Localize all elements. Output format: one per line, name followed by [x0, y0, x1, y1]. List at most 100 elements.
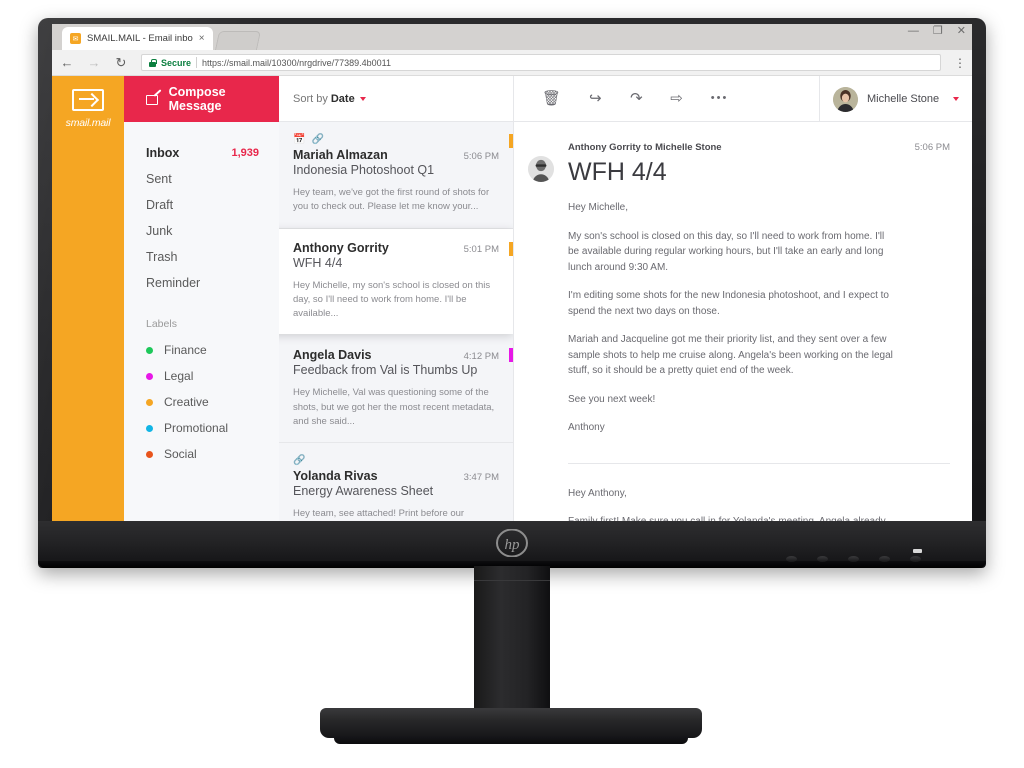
- message-list[interactable]: 📅 🔗 Mariah Almazan 5:06 PM Indonesia Pho…: [279, 122, 513, 521]
- label-name: Promotional: [164, 421, 229, 435]
- sidebar-label-social[interactable]: Social: [124, 441, 279, 467]
- status-badge: [509, 134, 513, 148]
- attachment-icon: 🔗: [311, 134, 324, 145]
- mail-app: smail.mail Compose Message Inbox 1,939 S…: [52, 76, 972, 521]
- folder-label: Sent: [146, 172, 172, 186]
- compose-label: Compose Message: [168, 85, 226, 113]
- message-time: 5:06 PM: [463, 151, 499, 162]
- brand-rail: smail.mail: [52, 76, 124, 521]
- secure-label: Secure: [161, 57, 192, 68]
- folder-label: Inbox: [146, 146, 180, 160]
- label-name: Social: [164, 447, 197, 461]
- osd-button[interactable]: [848, 556, 859, 562]
- reply-paragraph: Family first! Make sure you call in for …: [568, 514, 903, 521]
- label-color-dot: [146, 450, 153, 458]
- attachment-icon: 🔗: [293, 455, 306, 466]
- folder-label: Trash: [146, 250, 178, 264]
- list-item[interactable]: 🔗 Yolanda Rivas 3:47 PM Energy Awareness…: [279, 443, 513, 521]
- label-color-dot: [146, 372, 153, 380]
- message-icons: 🔗: [293, 455, 499, 466]
- browser-menu-icon[interactable]: ⋮: [954, 57, 966, 69]
- sidebar-item-draft[interactable]: Draft: [124, 192, 279, 218]
- list-item[interactable]: 📅 🔗 Mariah Almazan 5:06 PM Indonesia Pho…: [279, 122, 513, 229]
- message-time: 5:01 PM: [463, 243, 499, 255]
- osd-button[interactable]: [817, 556, 828, 562]
- sidebar-item-trash[interactable]: Trash: [124, 244, 279, 270]
- address-bar[interactable]: Secure https://smail.mail/10300/nrgdrive…: [141, 54, 941, 71]
- message-sender: Angela Davis: [293, 348, 372, 363]
- sidebar-item-reminder[interactable]: Reminder: [124, 270, 279, 296]
- label-name: Creative: [164, 395, 209, 409]
- url-text: https://smail.mail/10300/nrgdrive/77389.…: [202, 57, 391, 68]
- sidebar-item-sent[interactable]: Sent: [124, 166, 279, 192]
- reply-paragraph: Hey Anthony,: [568, 487, 627, 499]
- browser-omnibar: ← → ↻ Secure https://smail.mail/10300/nr…: [52, 50, 972, 76]
- compose-icon: [146, 88, 162, 106]
- reply-composer[interactable]: A 🔗 Hey Anthony, Family first! Make sure…: [528, 486, 950, 522]
- list-item[interactable]: Anthony Gorrity 5:01 PM WFH 4/4 Hey Mich…: [279, 228, 513, 335]
- label-name: Legal: [164, 369, 194, 383]
- user-menu[interactable]: Michelle Stone: [819, 76, 972, 122]
- window-controls: — ❐ ✕: [908, 26, 966, 37]
- divider: [568, 462, 950, 464]
- brand-name: smail.mail: [65, 117, 111, 129]
- sort-prefix: Sort by: [293, 92, 328, 105]
- monitor-osd-buttons[interactable]: [786, 556, 921, 562]
- screenshot-scene: ✉ SMAIL.MAIL - Email inbo × — ❐ ✕ ← → ↻ …: [0, 0, 1024, 768]
- power-button[interactable]: [910, 556, 921, 562]
- forward-icon[interactable]: ⇨: [670, 91, 683, 106]
- sidebar-item-junk[interactable]: Junk: [124, 218, 279, 244]
- message-icons: 📅 🔗: [293, 134, 499, 145]
- lock-icon: [149, 58, 157, 67]
- body-signature: Anthony: [568, 422, 605, 433]
- label-color-dot: [146, 346, 153, 354]
- back-icon[interactable]: ←: [60, 55, 74, 70]
- browser-tab[interactable]: ✉ SMAIL.MAIL - Email inbo ×: [62, 27, 213, 50]
- monitor-screen: ✉ SMAIL.MAIL - Email inbo × — ❐ ✕ ← → ↻ …: [52, 24, 972, 521]
- body-paragraph: I'm editing some shots for the new Indon…: [568, 290, 889, 317]
- body-paragraph: My son's school is closed on this day, s…: [568, 230, 885, 273]
- page-title: WFH 4/4: [568, 158, 667, 186]
- browser-tabstrip: ✉ SMAIL.MAIL - Email inbo × — ❐ ✕: [52, 24, 972, 50]
- sidebar-label-promotional[interactable]: Promotional: [124, 415, 279, 441]
- more-options-icon[interactable]: •••: [711, 93, 729, 104]
- forward-icon[interactable]: →: [87, 55, 101, 70]
- message-list-column: Sort by Date 📅 🔗 Mariah Almazan 5:06 PM: [279, 76, 514, 521]
- message-toolbar: 🗑 ↩ ↶ ⇨ ••• Michelle Stone: [514, 76, 972, 122]
- message-from-line: Anthony Gorrity to Michelle Stone: [568, 142, 722, 153]
- osd-button[interactable]: [879, 556, 890, 562]
- folder-label: Junk: [146, 224, 173, 238]
- maximize-icon[interactable]: ❐: [933, 26, 943, 37]
- sidebar-label-finance[interactable]: Finance: [124, 337, 279, 363]
- sidebar-label-creative[interactable]: Creative: [124, 389, 279, 415]
- reload-icon[interactable]: ↻: [114, 55, 128, 71]
- favicon-icon: ✉: [70, 33, 81, 44]
- reply-body[interactable]: Hey Anthony, Family first! Make sure you…: [568, 486, 903, 522]
- body-paragraph: Hey Michelle,: [568, 202, 629, 213]
- new-tab-button[interactable]: [214, 31, 261, 50]
- folder-label: Draft: [146, 198, 174, 212]
- chevron-down-icon: [359, 96, 366, 101]
- user-name: Michelle Stone: [867, 93, 940, 105]
- avatar: [833, 86, 858, 112]
- message-time: 4:12 PM: [463, 351, 499, 363]
- message-subject: WFH 4/4: [293, 255, 343, 270]
- monitor-stand-neck: [474, 566, 550, 718]
- osd-button[interactable]: [786, 556, 797, 562]
- reply-all-icon[interactable]: ↶: [630, 90, 643, 107]
- sidebar-item-inbox[interactable]: Inbox 1,939: [124, 140, 279, 166]
- status-badge: [509, 241, 513, 256]
- reply-tools: A 🔗: [528, 486, 554, 522]
- sidebar-label-legal[interactable]: Legal: [124, 363, 279, 389]
- delete-icon[interactable]: 🗑: [542, 91, 561, 106]
- sort-by-control[interactable]: Sort by Date: [279, 76, 513, 122]
- folder-list: Inbox 1,939 Sent Draft Junk Trash Remind…: [124, 122, 279, 296]
- tab-close-icon[interactable]: ×: [199, 33, 205, 44]
- url-separator: [196, 57, 198, 68]
- minimize-icon[interactable]: —: [908, 26, 919, 37]
- compose-message-button[interactable]: Compose Message: [124, 76, 279, 122]
- reply-icon[interactable]: ↩: [589, 90, 602, 107]
- close-window-icon[interactable]: ✕: [957, 26, 966, 37]
- chevron-down-icon[interactable]: [953, 97, 960, 101]
- list-item[interactable]: Angela Davis 4:12 PM Feedback from Val i…: [279, 334, 513, 443]
